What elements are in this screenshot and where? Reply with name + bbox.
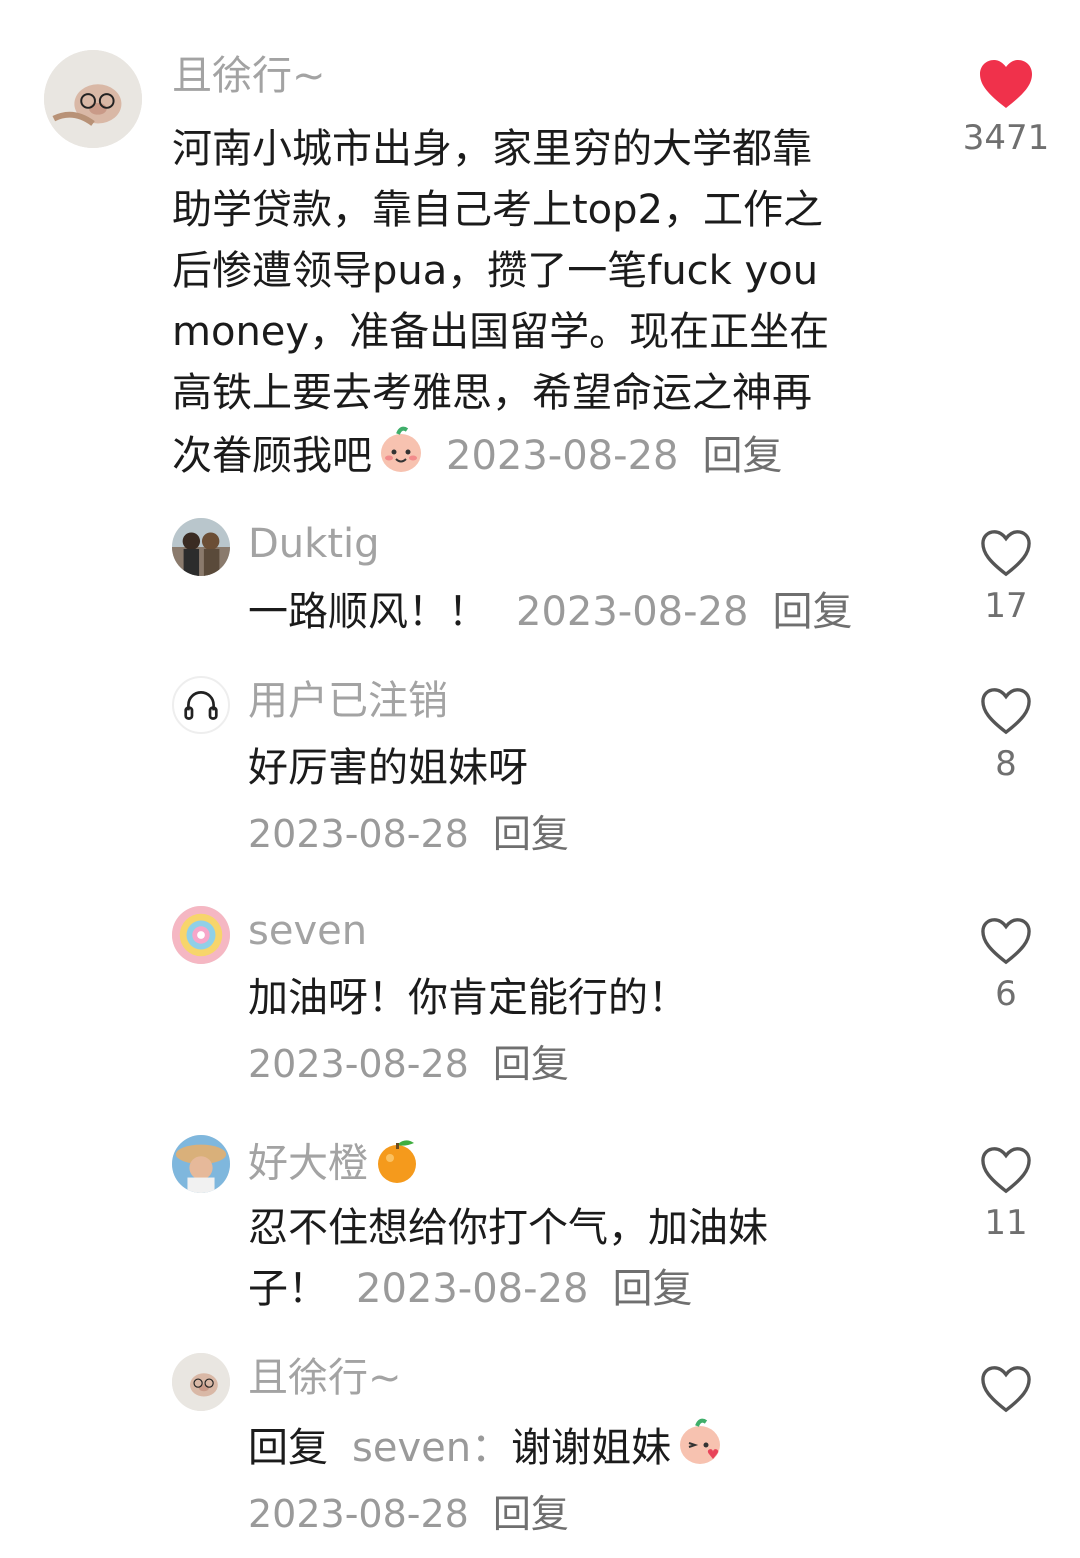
like-button[interactable] <box>951 1364 1061 1422</box>
like-button[interactable]: 8 <box>951 686 1061 784</box>
avatar[interactable] <box>172 676 230 734</box>
like-button[interactable]: 17 <box>951 528 1061 626</box>
reply-date: 2023-08-28 <box>248 812 469 856</box>
comment-line: 助学贷款，靠自己考上top2，工作之 <box>172 187 823 233</box>
avatar[interactable] <box>172 906 230 964</box>
reply-button[interactable]: 回复 <box>493 1492 569 1536</box>
reply-date: 2023-08-28 <box>356 1266 589 1312</box>
avatar[interactable] <box>172 1135 230 1193</box>
heart-outline-icon <box>981 1147 1031 1194</box>
reply-date: 2023-08-28 <box>248 1492 469 1536</box>
avatar-colorful-icon <box>172 906 230 964</box>
heart-filled-icon <box>980 60 1032 108</box>
reply-button[interactable]: 回复 <box>493 812 569 856</box>
heart-outline-icon <box>981 688 1031 735</box>
reply-text-row: 一路顺风！！ 2023-08-28 回复 <box>248 582 852 643</box>
comment-text: 河南小城市出身，家里穷的大学都靠 助学贷款，靠自己考上top2，工作之 后惨遭领… <box>172 119 829 485</box>
reply-text: 忍不住想给你打个气，加油妹 子！ 2023-08-28 回复 <box>248 1198 768 1320</box>
comment-line-last: 次眷顾我吧 2023-08-28 回复 <box>172 424 829 485</box>
comment-date: 2023-08-28 <box>446 433 679 479</box>
heart-outline-icon <box>981 1366 1031 1413</box>
avatar[interactable] <box>172 518 230 576</box>
comment-thread: 且徐行~ 河南小城市出身，家里穷的大学都靠 助学贷款，靠自己考上top2，工作之… <box>0 0 1080 1558</box>
reply-text: 好厉害的姐妹呀 <box>248 745 528 791</box>
comment-line: 河南小城市出身，家里穷的大学都靠 <box>172 126 812 172</box>
like-button[interactable]: 3471 <box>951 58 1061 158</box>
headphones-icon <box>184 691 218 720</box>
reply-text: 加油呀！你肯定能行的！ <box>248 975 688 1021</box>
username-row: 好大橙 <box>248 1135 422 1196</box>
avatar[interactable] <box>44 50 142 148</box>
like-count: 8 <box>995 744 1017 784</box>
peach-smile-emoji-icon <box>376 424 426 492</box>
like-count: 3471 <box>962 118 1050 158</box>
reply-text-line-last: 子！ 2023-08-28 回复 <box>248 1259 768 1320</box>
orange-emoji-icon <box>372 1135 422 1196</box>
reply-text: 一路顺风！！ <box>248 589 488 635</box>
username[interactable]: 用户已注销 <box>248 677 448 725</box>
comment-line: 次眷顾我吧 <box>172 433 372 479</box>
reply-text-line: 忍不住想给你打个气，加油妹 <box>248 1205 768 1251</box>
like-button[interactable]: 6 <box>951 916 1061 1014</box>
comment-line: 高铁上要去考雅思，希望命运之神再 <box>172 370 812 416</box>
reply-prefix: 回复 <box>248 1425 328 1471</box>
avatar-pig-icon <box>44 50 142 148</box>
reply-target[interactable]: seven： <box>352 1425 511 1471</box>
username[interactable]: 且徐行~ <box>248 1354 402 1402</box>
avatar-photo-icon <box>172 1135 230 1193</box>
avatar[interactable] <box>172 1353 230 1411</box>
reply-button[interactable]: 回复 <box>772 589 852 635</box>
reply-meta: 2023-08-28 回复 <box>248 1490 569 1538</box>
reply-text-row: 回复 seven：谢谢姐妹 <box>248 1416 725 1484</box>
reply-date: 2023-08-28 <box>516 589 749 635</box>
like-count: 17 <box>984 586 1028 626</box>
reply-meta: 2023-08-28 回复 <box>248 810 569 858</box>
reply-button[interactable]: 回复 <box>612 1266 692 1312</box>
username[interactable]: seven <box>248 907 367 955</box>
avatar-photo-icon <box>172 518 230 576</box>
heart-outline-icon <box>981 530 1031 577</box>
comment-line: money，准备出国留学。现在正坐在 <box>172 309 830 355</box>
reply-meta: 2023-08-28 回复 <box>248 1040 569 1088</box>
reply-text: 谢谢姐妹 <box>511 1425 672 1471</box>
username[interactable]: 好大橙 <box>248 1141 368 1187</box>
reply-button[interactable]: 回复 <box>702 433 782 479</box>
like-count: 6 <box>995 974 1017 1014</box>
avatar-pig-icon <box>172 1353 230 1411</box>
reply-text-line: 子！ <box>248 1266 328 1312</box>
heart-outline-icon <box>981 918 1031 965</box>
username[interactable]: Duktig <box>248 520 380 568</box>
reply-date: 2023-08-28 <box>248 1042 469 1086</box>
peach-kiss-emoji-icon <box>675 1416 725 1484</box>
comment-line: 后惨遭领导pua，攒了一笔fuck you <box>172 248 819 294</box>
like-count: 11 <box>984 1203 1028 1243</box>
like-button[interactable]: 11 <box>951 1145 1061 1243</box>
reply-button[interactable]: 回复 <box>493 1042 569 1086</box>
username[interactable]: 且徐行~ <box>172 52 326 100</box>
